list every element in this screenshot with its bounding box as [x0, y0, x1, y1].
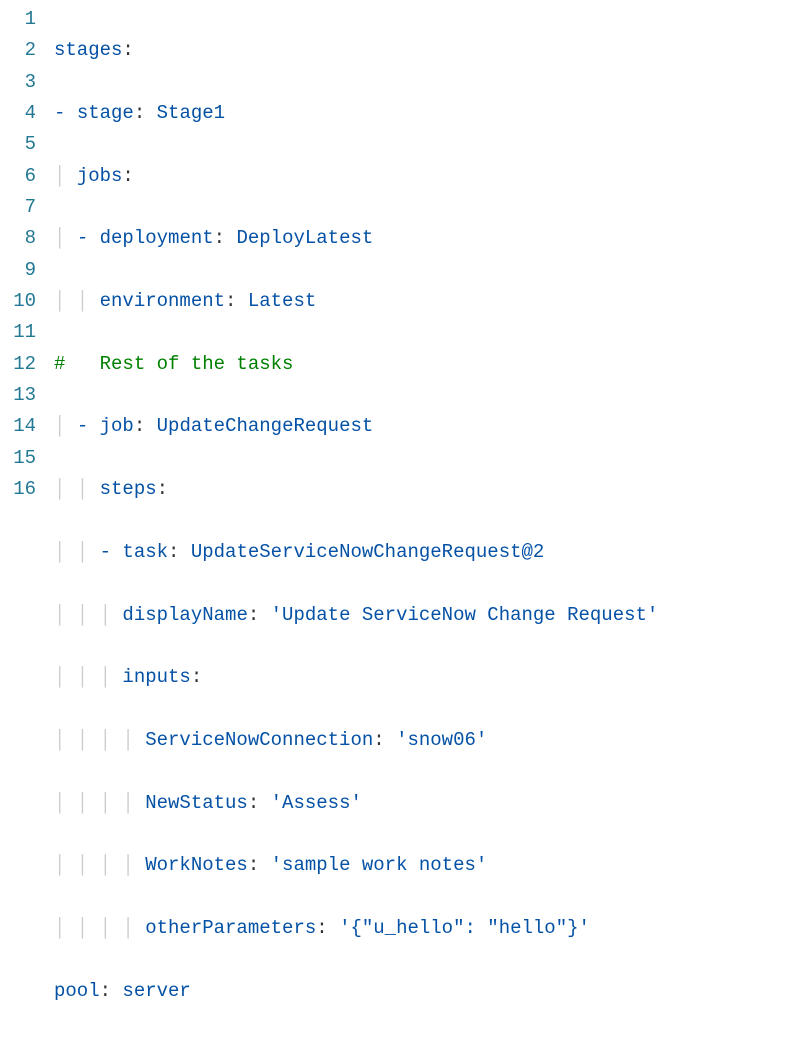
yaml-dash: - [77, 227, 100, 249]
line-number: 14 [0, 411, 36, 442]
code-line: │ │ │ │ WorkNotes: 'sample work notes' [54, 850, 786, 881]
code-line: │ │ steps: [54, 474, 786, 505]
yaml-key: steps [100, 478, 157, 500]
line-number: 13 [0, 380, 36, 411]
yaml-string: 'Assess' [271, 792, 362, 814]
yaml-key: pool [54, 980, 100, 1002]
code-line: # Rest of the tasks [54, 349, 786, 380]
yaml-value: Latest [248, 290, 316, 312]
yaml-key: WorkNotes [145, 854, 248, 876]
line-number: 7 [0, 192, 36, 223]
code-line: pool: server [54, 976, 786, 1007]
code-line: │ │ - task: UpdateServiceNowChangeReques… [54, 537, 786, 568]
yaml-key: deployment [100, 227, 214, 249]
code-content[interactable]: stages: - stage: Stage1 │ jobs: │ - depl… [54, 4, 786, 1050]
yaml-key: ServiceNowConnection [145, 729, 373, 751]
code-line: │ │ │ │ NewStatus: 'Assess' [54, 788, 786, 819]
yaml-string: 'sample work notes' [271, 854, 488, 876]
yaml-key: job [100, 415, 134, 437]
code-line: │ │ │ inputs: [54, 662, 786, 693]
yaml-dash: - [77, 415, 100, 437]
yaml-value: server [122, 980, 190, 1002]
yaml-key: inputs [122, 666, 190, 688]
line-number: 6 [0, 161, 36, 192]
line-number: 2 [0, 35, 36, 66]
yaml-key: stage [77, 102, 134, 124]
yaml-dash: - [100, 541, 123, 563]
yaml-key: environment [100, 290, 225, 312]
line-number: 16 [0, 474, 36, 505]
line-number: 3 [0, 67, 36, 98]
yaml-value: DeployLatest [236, 227, 373, 249]
code-line: │ │ environment: Latest [54, 286, 786, 317]
yaml-value: Stage1 [157, 102, 225, 124]
code-line: │ │ │ displayName: 'Update ServiceNow Ch… [54, 600, 786, 631]
yaml-value: UpdateChangeRequest [157, 415, 374, 437]
line-number: 11 [0, 317, 36, 348]
code-line: │ │ │ │ otherParameters: '{"u_hello": "h… [54, 913, 786, 944]
line-number: 8 [0, 223, 36, 254]
line-number: 5 [0, 129, 36, 160]
code-line: - stage: Stage1 [54, 98, 786, 129]
code-line: stages: [54, 35, 786, 66]
line-number: 12 [0, 349, 36, 380]
yaml-key: NewStatus [145, 792, 248, 814]
yaml-key: otherParameters [145, 917, 316, 939]
yaml-key: stages [54, 39, 122, 61]
line-number: 4 [0, 98, 36, 129]
code-editor: 1 2 3 4 5 6 7 8 9 10 11 12 13 14 15 16 s… [0, 0, 786, 1050]
yaml-dash: - [54, 102, 77, 124]
line-number-gutter: 1 2 3 4 5 6 7 8 9 10 11 12 13 14 15 16 [0, 4, 54, 1050]
line-number: 10 [0, 286, 36, 317]
code-line: │ │ │ │ ServiceNowConnection: 'snow06' [54, 725, 786, 756]
yaml-string: 'Update ServiceNow Change Request' [271, 604, 659, 626]
yaml-key: jobs [77, 165, 123, 187]
code-line: │ - deployment: DeployLatest [54, 223, 786, 254]
line-number: 1 [0, 4, 36, 35]
code-line: │ jobs: [54, 161, 786, 192]
line-number: 9 [0, 255, 36, 286]
yaml-string: '{"u_hello": "hello"}' [339, 917, 590, 939]
code-line: │ - job: UpdateChangeRequest [54, 411, 786, 442]
yaml-value: UpdateServiceNowChangeRequest@2 [191, 541, 544, 563]
yaml-key: task [122, 541, 168, 563]
line-number: 15 [0, 443, 36, 474]
yaml-comment: # Rest of the tasks [54, 353, 293, 375]
yaml-string: 'snow06' [396, 729, 487, 751]
yaml-key: displayName [122, 604, 247, 626]
